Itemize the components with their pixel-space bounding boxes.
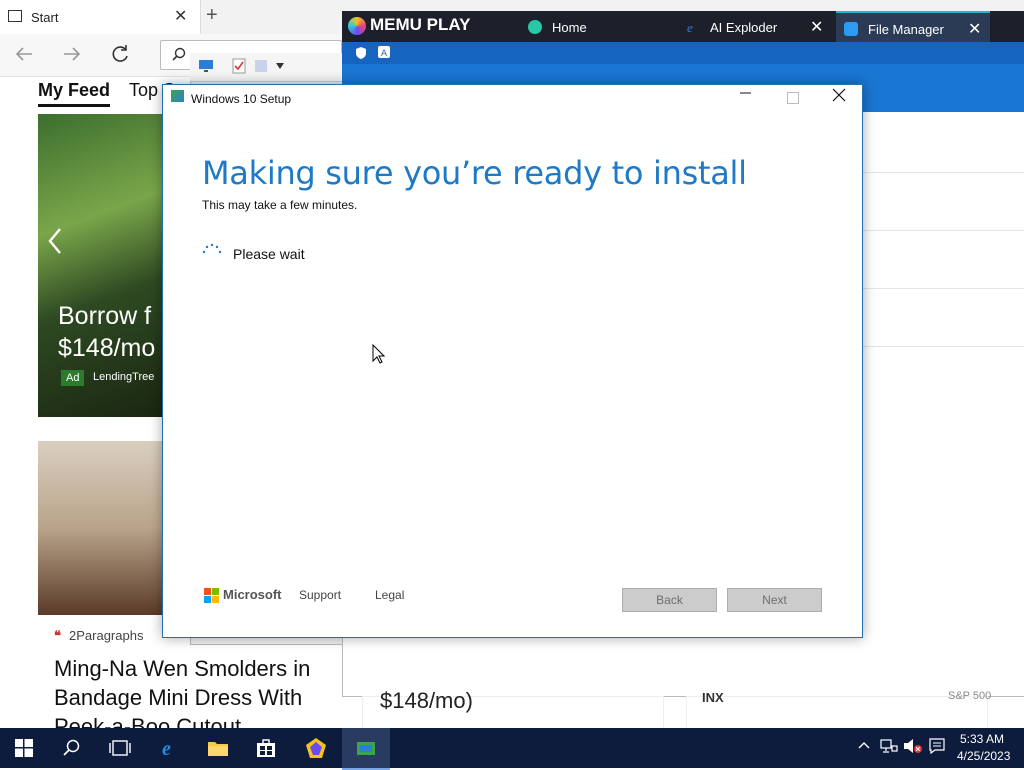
- setup-app-icon: [171, 90, 184, 102]
- close-icon[interactable]: ✕: [968, 19, 981, 39]
- minimize-button[interactable]: [740, 86, 752, 104]
- microsoft-logo-icon: [204, 588, 219, 603]
- mouse-cursor-icon: [372, 343, 386, 369]
- memu-tab-home[interactable]: Home: [520, 11, 670, 42]
- checklist-icon[interactable]: [232, 58, 246, 74]
- task-view-button[interactable]: [96, 728, 144, 768]
- taskbar-file-explorer[interactable]: [194, 728, 242, 768]
- page-title: Making sure you’re ready to install: [202, 154, 747, 192]
- new-tab-icon[interactable]: +: [206, 4, 218, 27]
- chevron-left-icon[interactable]: [46, 226, 64, 263]
- forward-arrow-icon[interactable]: [60, 42, 84, 72]
- loading-spinner-icon: [202, 243, 222, 257]
- ad-badge: Ad: [61, 370, 85, 386]
- close-button[interactable]: [832, 86, 846, 107]
- dropdown-icon[interactable]: [276, 63, 284, 69]
- shield-icon: [356, 47, 366, 59]
- memu-tab-label: File Manager: [868, 22, 944, 37]
- news-source: ❝ 2Paragraphs: [54, 628, 143, 644]
- taskbar-store[interactable]: [242, 728, 290, 768]
- memu-tab-ai-exploder[interactable]: e AI Exploder ✕: [678, 11, 830, 42]
- task-view-icon: [109, 740, 131, 756]
- memu-logo: MEMU PLAY: [348, 15, 470, 35]
- close-icon[interactable]: ✕: [810, 17, 823, 37]
- edge-icon: e: [162, 738, 171, 759]
- memu-market-card[interactable]: [686, 696, 988, 730]
- document-icon[interactable]: [254, 59, 268, 73]
- home-app-icon: [528, 20, 542, 34]
- memu-tab-label: AI Exploder: [710, 20, 778, 35]
- market-index-label: INX: [702, 690, 724, 705]
- memu-gem-icon: [348, 16, 366, 35]
- ie-icon: e: [686, 20, 700, 35]
- taskbar-edge[interactable]: e: [146, 728, 194, 768]
- market-index-name: S&P 500: [948, 690, 992, 702]
- refresh-icon[interactable]: [108, 42, 132, 72]
- taskbar-memu[interactable]: [292, 728, 340, 768]
- news-source-label: 2Paragraphs: [69, 628, 144, 643]
- window-title: Windows 10 Setup: [191, 92, 292, 106]
- clock-time[interactable]: 5:33 AM: [960, 732, 1004, 746]
- file-row[interactable]: [862, 174, 1024, 231]
- svg-text:e: e: [162, 738, 171, 759]
- news-card-image[interactable]: [38, 441, 162, 615]
- page-subtitle: This may take a few minutes.: [202, 198, 358, 212]
- edge-tab-start[interactable]: Start ✕: [0, 0, 201, 34]
- feed-tab-my-feed[interactable]: My Feed: [38, 80, 111, 107]
- memu-card-text: $148/mo): [380, 688, 473, 713]
- edge-tab-label: Start: [31, 10, 59, 25]
- store-icon: [257, 739, 275, 757]
- next-button[interactable]: Next: [727, 588, 822, 612]
- news-card-title[interactable]: Borrow f $148/mo: [58, 300, 168, 364]
- memu-icon: [306, 738, 326, 758]
- close-icon[interactable]: ✕: [174, 6, 187, 26]
- taskbar-search-button[interactable]: [48, 728, 96, 768]
- ad-source: LendingTree: [93, 371, 155, 383]
- monitor-icon[interactable]: [198, 59, 214, 73]
- memu-logo-text: MEMU PLAY: [370, 15, 471, 34]
- quote-icon: ❝: [54, 628, 61, 643]
- legal-link[interactable]: Legal: [375, 588, 404, 602]
- a-app-icon: A: [378, 46, 390, 58]
- action-center-icon[interactable]: [929, 738, 945, 757]
- chevron-up-icon: [858, 742, 870, 749]
- memu-tab-file-manager[interactable]: File Manager ✕: [836, 11, 990, 44]
- status-text: Please wait: [233, 246, 305, 262]
- maximize-button: [787, 92, 799, 104]
- microsoft-brand: Microsoft: [223, 587, 282, 602]
- memu-status-strip: A: [342, 42, 1024, 64]
- file-row[interactable]: [862, 116, 1024, 173]
- folder-icon: [208, 742, 228, 756]
- page-icon: [8, 10, 22, 22]
- close-icon: [832, 88, 846, 102]
- taskbar-windows-setup[interactable]: [342, 728, 390, 770]
- svg-text:e: e: [687, 20, 693, 34]
- memu-tab-label: Home: [552, 20, 587, 35]
- background-app-toolbar: [190, 53, 342, 82]
- windows-logo-icon: [15, 739, 33, 757]
- back-arrow-icon[interactable]: [12, 42, 36, 72]
- svg-text:A: A: [381, 48, 387, 58]
- back-button[interactable]: Back: [622, 588, 717, 612]
- support-link[interactable]: Support: [299, 588, 341, 602]
- show-hidden-icons-button[interactable]: [858, 738, 870, 753]
- network-icon[interactable]: [880, 738, 898, 757]
- volume-muted-icon[interactable]: [903, 738, 923, 757]
- search-icon: [172, 47, 186, 61]
- file-row[interactable]: [862, 232, 1024, 289]
- folder-icon: [844, 22, 858, 36]
- search-icon: [63, 739, 80, 756]
- setup-icon: [357, 742, 375, 755]
- start-button[interactable]: [0, 728, 48, 768]
- clock-date[interactable]: 4/25/2023: [957, 749, 1010, 763]
- file-row[interactable]: [862, 290, 1024, 347]
